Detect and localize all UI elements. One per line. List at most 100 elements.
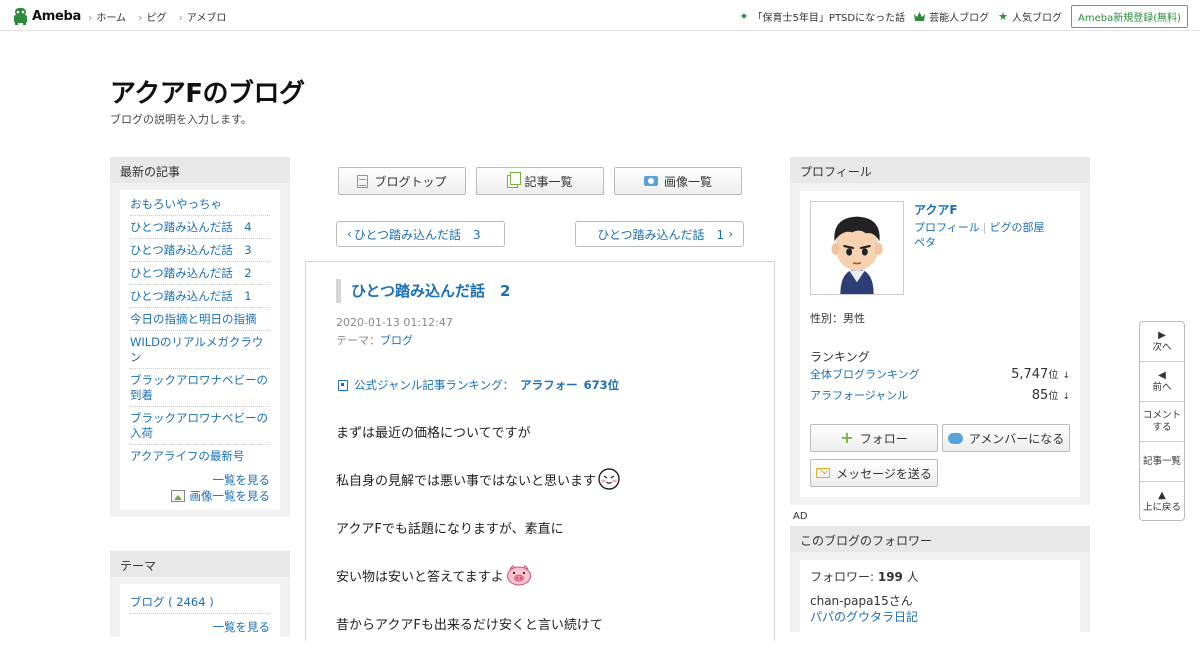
profile-name[interactable]: アクアF: [914, 201, 958, 218]
send-message-label: メッセージを送る: [836, 466, 932, 481]
sparkle-icon: ✦: [739, 10, 749, 23]
profile-link[interactable]: プロフィール: [914, 221, 980, 234]
amember-button[interactable]: アメンバーになる: [942, 424, 1070, 452]
entry-list-button[interactable]: 記事一覧: [1140, 442, 1184, 482]
peta-link[interactable]: ペタ: [914, 236, 936, 249]
recent-item[interactable]: ひとつ踏み込んだ話 2: [130, 262, 270, 285]
next-entry-label: ひとつ踏み込んだ話 1: [597, 227, 725, 242]
follow-label: フォロー: [859, 431, 908, 446]
next-entry-link[interactable]: ひとつ踏み込んだ話 1 ›: [575, 221, 744, 247]
prev-entry-label: ひとつ踏み込んだ話 3: [353, 227, 481, 242]
theme-item[interactable]: ブログ ( 2464 ): [130, 587, 270, 614]
follower-blog-link[interactable]: パパのグウタラ日記: [810, 610, 918, 624]
paragraph-text: 昔からアクアFも出来るだけ安くと言い続けて: [336, 618, 603, 633]
prev-label: 前へ: [1152, 381, 1172, 393]
header-right-links: ✦ 「保育士5年目」PTSDになった話 芸能人ブログ ★ 人気ブログ Ameba…: [739, 5, 1188, 28]
next-label: 次へ: [1152, 341, 1172, 353]
genre-rank-value: 673位: [583, 378, 620, 392]
see-all-link[interactable]: 一覧を見る: [213, 473, 271, 487]
floating-nav: ▶ 次へ ◀ 前へ コメント する 記事一覧 ▲ 上に戻る: [1139, 321, 1185, 521]
nav-pigg[interactable]: ピグ: [138, 9, 167, 24]
recent-entries-box: 最新の記事 おもろいやっちゃ ひとつ踏み込んだ話 4 ひとつ踏み込んだ話 3 ひ…: [110, 157, 290, 517]
featured-link-label: 「保育士5年目」PTSDになった話: [752, 13, 906, 24]
prev-button[interactable]: ◀ 前へ: [1140, 362, 1184, 402]
article-paragraph: 私自身の見解では悪い事ではないと思います: [336, 468, 756, 521]
see-images-link[interactable]: 画像一覧を見る: [190, 488, 271, 504]
play-left-icon: ◀: [1158, 369, 1166, 381]
genre-name: アラフォー: [520, 378, 578, 392]
back-to-top-label: 上に戻る: [1142, 502, 1181, 513]
next-button[interactable]: ▶ 次へ: [1140, 322, 1184, 362]
popular-blog-label: 人気ブログ: [1011, 13, 1062, 24]
rank-number: 5,747: [1011, 367, 1049, 382]
followers-heading: このブログのフォロワー: [790, 526, 1090, 552]
recent-item[interactable]: 今日の指摘と明日の指摘: [130, 308, 270, 331]
article-paragraph: 安い物は安いと答えてますよ: [336, 564, 756, 617]
recent-item[interactable]: ブラックアロワナベビーの到着: [130, 369, 270, 407]
recent-item[interactable]: アクアライフの最新号: [130, 445, 270, 467]
article-paragraph: アクアFでも話題になりますが、素直に: [336, 521, 756, 569]
crown-icon: [914, 12, 926, 21]
profile-actions: + フォロー アメンバーになる メッセージを送る: [810, 424, 1090, 487]
article: ひとつ踏み込んだ話 2 2020-01-13 01:12:47 テーマ：ブログ …: [305, 261, 775, 641]
article-title[interactable]: ひとつ踏み込んだ話 2: [336, 279, 510, 303]
tab-blog-top[interactable]: ブログトップ: [338, 167, 466, 195]
featured-link[interactable]: ✦ 「保育士5年目」PTSDになった話: [739, 9, 905, 24]
tab-image-list-label: 画像一覧: [663, 174, 712, 189]
recent-item[interactable]: ひとつ踏み込んだ話 4: [130, 216, 270, 239]
ranking-icon: [338, 379, 348, 391]
follower-count: フォロワー: 199 人: [810, 568, 1070, 585]
profile-heading: プロフィール: [790, 157, 1090, 183]
recent-heading: 最新の記事: [110, 157, 290, 183]
paragraph-text: 私自身の見解では悪い事ではないと思います: [336, 474, 597, 489]
article-theme-link[interactable]: ブログ: [380, 334, 413, 347]
rank-unit: 位: [1048, 370, 1059, 381]
celebrity-blog-label: 芸能人ブログ: [929, 13, 990, 24]
rank-number: 85: [1031, 388, 1049, 403]
theme-see-all-link[interactable]: 一覧を見る: [213, 620, 271, 634]
tab-entry-list-label: 記事一覧: [524, 174, 573, 189]
profile-box: プロフィール アクアF プロフィール | ピグの部屋 ペタ 性別：男性 ランキング: [790, 157, 1090, 505]
overall-ranking-link[interactable]: 全体ブログランキング: [810, 365, 920, 386]
nav-ameblo[interactable]: アメブロ: [179, 9, 227, 24]
face-emoji-icon: [598, 468, 620, 490]
comment-label: コメント する: [1142, 409, 1181, 433]
recent-item[interactable]: ひとつ踏み込んだ話 3: [130, 239, 270, 262]
article-theme-label: テーマ：: [336, 334, 380, 347]
follow-button[interactable]: + フォロー: [810, 424, 938, 452]
recent-item[interactable]: ブラックアロワナベビーの入荷: [130, 407, 270, 445]
register-button[interactable]: Ameba新規登録(無料): [1070, 5, 1188, 28]
logo-text: Ameba: [32, 8, 82, 24]
popular-blog-link[interactable]: ★ 人気ブログ: [998, 9, 1062, 24]
amember-label: アメンバーになる: [968, 431, 1065, 446]
tab-entry-list[interactable]: 記事一覧: [476, 167, 604, 195]
recent-item[interactable]: おもろいやっちゃ: [130, 193, 270, 216]
triangle-up-icon: ▲: [1158, 490, 1166, 501]
pigg-room-link[interactable]: ピグの部屋: [990, 221, 1045, 234]
send-message-button[interactable]: メッセージを送る: [810, 459, 938, 487]
comment-button[interactable]: コメント する: [1140, 402, 1184, 442]
genre-ranking-side-link[interactable]: アラフォージャンル: [810, 386, 908, 407]
blog-title[interactable]: アクアFのブログ: [110, 73, 305, 110]
followers-box: このブログのフォロワー フォロワー: 199 人 chan-papa15さん パ…: [790, 526, 1090, 640]
tab-image-list[interactable]: 画像一覧: [614, 167, 742, 195]
ameba-logo[interactable]: Ameba: [12, 6, 81, 26]
recent-item[interactable]: WILDのリアルメガクラウン: [130, 331, 270, 369]
celebrity-blog-link[interactable]: 芸能人ブログ: [914, 9, 989, 24]
genre-ranking-link[interactable]: 公式ジャンル記事ランキング： アラフォー 673位: [338, 377, 619, 393]
article-date: 2020-01-13 01:12:47: [336, 316, 453, 329]
avatar[interactable]: [810, 201, 904, 295]
genre-ranking-value: 85位 ↓: [1032, 386, 1070, 407]
theme-heading: テーマ: [110, 551, 290, 577]
nav-home[interactable]: ホーム: [88, 9, 126, 24]
theme-box: テーマ ブログ ( 2464 ) 一覧を見る: [110, 551, 290, 644]
article-theme: テーマ：ブログ: [336, 332, 413, 348]
article-body: まずは最近の価格についてですが 私自身の見解では悪い事ではないと思います アクア…: [336, 425, 756, 665]
genre-ranking-label: 公式ジャンル記事ランキング：: [354, 378, 515, 392]
follower-name: chan-papa15さん: [810, 594, 913, 608]
prev-entry-link[interactable]: ‹ ひとつ踏み込んだ話 3: [336, 221, 505, 247]
recent-item[interactable]: ひとつ踏み込んだ話 1: [130, 285, 270, 308]
blog-tabs: ブログトップ 記事一覧 画像一覧: [338, 167, 742, 195]
camera-icon: [643, 176, 658, 186]
back-to-top-button[interactable]: ▲ 上に戻る: [1140, 482, 1184, 522]
